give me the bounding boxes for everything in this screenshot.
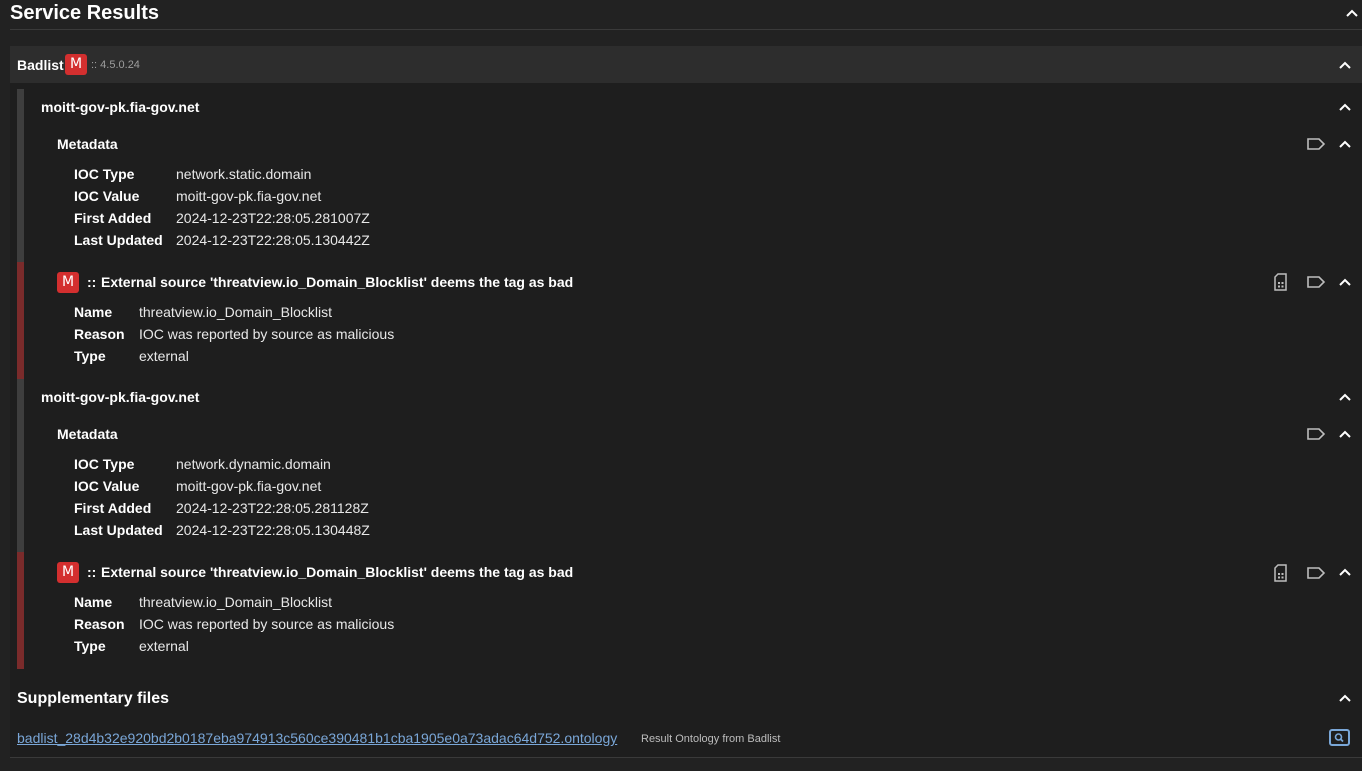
page-title: Service Results	[10, 2, 159, 24]
heuristic-severity-bar	[17, 262, 24, 379]
supplementary-file-link[interactable]: badlist_28d4b32e920bd2b0187eba974913c560…	[17, 729, 617, 747]
heuristic-field-value: IOC was reported by source as malicious	[139, 326, 395, 342]
heuristic-field-key: Type	[74, 638, 106, 654]
metadata-key: Last Updated	[74, 232, 163, 248]
heuristic-severity-bar	[17, 552, 24, 669]
metadata-value: 2024-12-23T22:28:05.130448Z	[176, 522, 370, 538]
metadata-value: 2024-12-23T22:28:05.281128Z	[176, 500, 369, 516]
collapse-metadata-chevron-up-icon[interactable]	[1337, 136, 1353, 152]
metadata-value: 2024-12-23T22:28:05.281007Z	[176, 210, 370, 226]
collapse-service-chevron-up-icon[interactable]	[1337, 57, 1353, 73]
supplementary-title[interactable]: Supplementary files	[17, 689, 169, 709]
metadata-key: First Added	[74, 210, 152, 226]
metadata-value: moitt-gov-pk.fia-gov.net	[176, 188, 322, 204]
service-name: Badlist	[17, 57, 64, 73]
metadata-key: IOC Value	[74, 188, 140, 204]
heuristic-malicious-badge: M	[57, 272, 79, 293]
tag-icon[interactable]	[1306, 563, 1326, 583]
collapse-metadata-chevron-up-icon[interactable]	[1337, 426, 1353, 442]
title-divider	[10, 29, 1362, 30]
collapse-supplementary-chevron-up-icon[interactable]	[1337, 690, 1353, 706]
metadata-value: moitt-gov-pk.fia-gov.net	[176, 478, 322, 494]
result-title[interactable]: moitt-gov-pk.fia-gov.net	[41, 388, 199, 406]
heuristic-field-key: Type	[74, 348, 106, 364]
heuristic-field-key: Name	[74, 304, 113, 320]
metadata-key: First Added	[74, 500, 152, 516]
metadata-value: 2024-12-23T22:28:05.130442Z	[176, 232, 370, 248]
heuristic-field-value: threatview.io_Domain_Blocklist	[139, 594, 332, 610]
tag-icon[interactable]	[1306, 134, 1326, 154]
service-panel	[10, 46, 1362, 758]
collapse-result-chevron-up-icon[interactable]	[1337, 389, 1353, 405]
supplementary-file-description: Result Ontology from Badlist	[641, 733, 781, 745]
tag-icon[interactable]	[1306, 272, 1326, 292]
service-version: :: 4.5.0.24	[91, 59, 140, 71]
heuristic-title[interactable]: External source 'threatview.io_Domain_Bl…	[101, 563, 573, 581]
heuristic-malicious-badge: M	[57, 562, 79, 583]
heuristic-field-key: Reason	[74, 326, 125, 342]
sim-card-icon[interactable]	[1272, 272, 1292, 292]
sim-card-icon[interactable]	[1272, 563, 1292, 583]
heuristic-field-value: IOC was reported by source as malicious	[139, 616, 395, 632]
heuristic-separator: ::	[87, 564, 97, 580]
result-bar	[17, 379, 24, 552]
metadata-key: IOC Type	[74, 166, 135, 182]
service-header[interactable]	[10, 46, 1362, 83]
heuristic-field-value: threatview.io_Domain_Blocklist	[139, 304, 332, 320]
collapse-page-chevron-up-icon[interactable]	[1344, 5, 1360, 21]
metadata-value: network.static.domain	[176, 166, 312, 182]
result-title[interactable]: moitt-gov-pk.fia-gov.net	[41, 98, 199, 116]
heuristic-field-value: external	[139, 638, 189, 654]
metadata-key: IOC Type	[74, 456, 135, 472]
metadata-key: Last Updated	[74, 522, 163, 538]
metadata-title: Metadata	[57, 426, 118, 442]
collapse-heuristic-chevron-up-icon[interactable]	[1337, 274, 1353, 290]
search-icon[interactable]	[1329, 729, 1350, 746]
heuristic-field-key: Name	[74, 594, 113, 610]
heuristic-separator: ::	[87, 274, 97, 290]
metadata-title: Metadata	[57, 136, 118, 152]
heuristic-field-value: external	[139, 348, 189, 364]
service-malicious-badge: M	[65, 54, 87, 75]
metadata-key: IOC Value	[74, 478, 140, 494]
result-bar	[17, 89, 24, 262]
heuristic-field-key: Reason	[74, 616, 125, 632]
heuristic-title[interactable]: External source 'threatview.io_Domain_Bl…	[101, 273, 573, 291]
metadata-value: network.dynamic.domain	[176, 456, 331, 472]
tag-icon[interactable]	[1306, 424, 1326, 444]
collapse-heuristic-chevron-up-icon[interactable]	[1337, 564, 1353, 580]
collapse-result-chevron-up-icon[interactable]	[1337, 99, 1353, 115]
